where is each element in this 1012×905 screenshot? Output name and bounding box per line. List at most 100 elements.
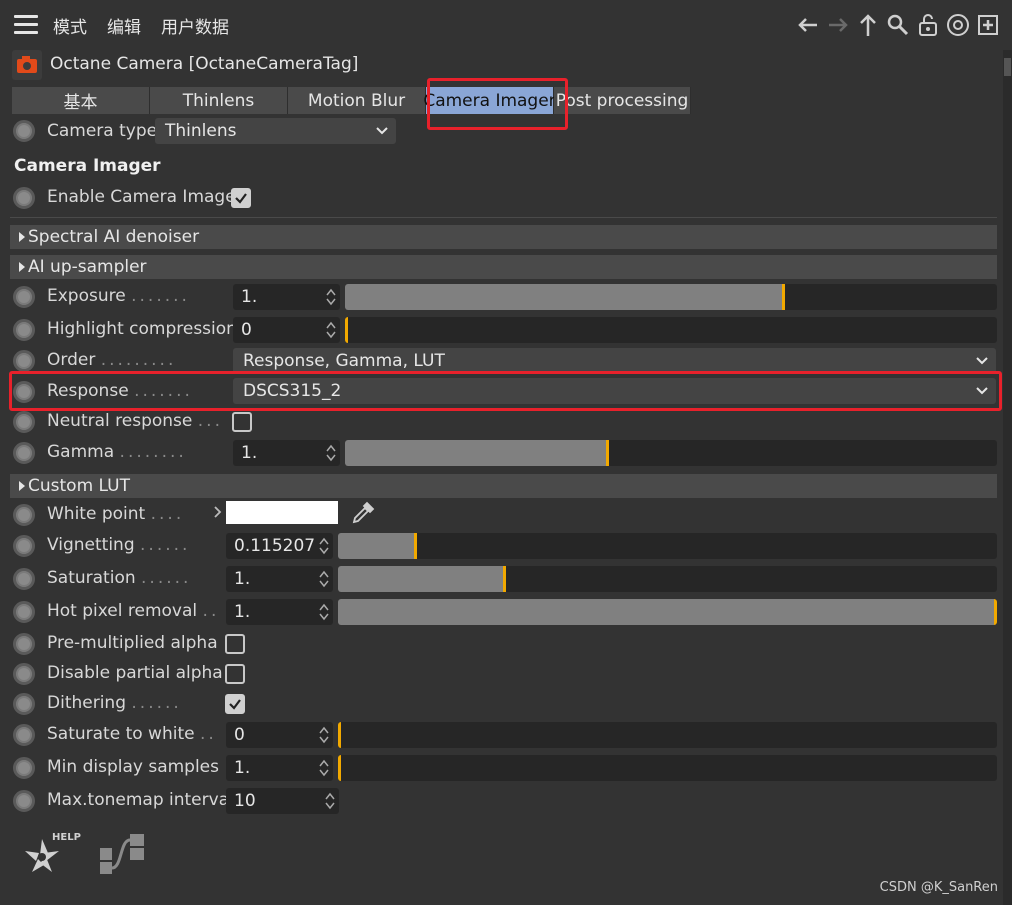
enable-imager-label: Enable Camera Imager xyxy=(47,187,243,207)
saturation-slider[interactable] xyxy=(338,566,997,592)
group-label: Custom LUT xyxy=(28,476,130,496)
checkmark-icon xyxy=(235,193,247,204)
min-samples-input[interactable]: 1. xyxy=(226,755,333,781)
animate-dot-icon[interactable] xyxy=(13,757,35,779)
exposure-label: Exposure ....... xyxy=(47,286,190,306)
spinner-icon[interactable] xyxy=(325,792,335,810)
animate-dot-icon[interactable] xyxy=(13,504,35,526)
target-icon[interactable] xyxy=(945,12,971,38)
vignetting-input[interactable]: 0.115207 xyxy=(226,533,333,559)
response-label: Response ....... xyxy=(47,381,193,401)
spinner-icon[interactable] xyxy=(319,759,329,777)
checkmark-icon xyxy=(229,699,241,710)
back-arrow-icon[interactable] xyxy=(795,12,821,38)
chevron-down-icon xyxy=(376,127,388,135)
gamma-input[interactable]: 1. xyxy=(233,440,340,466)
camera-type-select[interactable]: Thinlens xyxy=(155,118,396,144)
min-samples-label: Min display samples xyxy=(47,757,220,777)
saturation-input[interactable]: 1. xyxy=(226,566,333,592)
lock-icon[interactable] xyxy=(915,12,941,38)
camera-tag-icon xyxy=(12,50,42,80)
white-point-label: White point .... xyxy=(47,504,185,524)
divider xyxy=(10,217,997,218)
tonemap-input[interactable]: 10 xyxy=(226,788,339,814)
vignetting-label: Vignetting ...... xyxy=(47,535,191,555)
tonemap-label: Max.tonemap interval xyxy=(47,790,234,810)
search-icon[interactable] xyxy=(885,12,911,38)
spinner-icon[interactable] xyxy=(326,444,336,462)
group-label: AI up-sampler xyxy=(28,257,147,277)
tab-thinlens[interactable]: Thinlens xyxy=(150,87,288,114)
animate-dot-icon[interactable] xyxy=(13,601,35,623)
spinner-icon[interactable] xyxy=(319,537,329,555)
spinner-icon[interactable] xyxy=(319,726,329,744)
animate-dot-icon[interactable] xyxy=(13,411,35,433)
animate-dot-icon[interactable] xyxy=(13,535,35,557)
animate-dot-icon[interactable] xyxy=(13,790,35,812)
menu-user-data[interactable]: 用户数据 xyxy=(161,13,229,38)
animate-dot-icon[interactable] xyxy=(13,187,35,209)
scrollbar[interactable] xyxy=(1003,50,1012,905)
animate-dot-icon[interactable] xyxy=(13,350,35,372)
group-spectral-denoiser[interactable]: Spectral AI denoiser xyxy=(10,225,997,249)
sat-white-slider[interactable] xyxy=(338,722,997,748)
spinner-icon[interactable] xyxy=(326,288,336,306)
new-window-icon[interactable] xyxy=(975,12,1001,38)
tab-motion-blur[interactable]: Motion Blur xyxy=(288,87,426,114)
group-ai-upsampler[interactable]: AI up-sampler xyxy=(10,255,997,279)
tab-bar: 基本 Thinlens Motion Blur Camera Imager Po… xyxy=(12,87,691,114)
saturation-label: Saturation ...... xyxy=(47,568,192,588)
highlight-slider[interactable] xyxy=(345,317,997,343)
exposure-slider[interactable] xyxy=(345,284,997,310)
enable-imager-checkbox[interactable] xyxy=(231,188,251,208)
animate-dot-icon[interactable] xyxy=(13,633,35,655)
menu-mode[interactable]: 模式 xyxy=(53,13,87,38)
animate-dot-icon[interactable] xyxy=(13,319,35,341)
spinner-icon[interactable] xyxy=(319,570,329,588)
animate-dot-icon[interactable] xyxy=(13,120,35,142)
up-arrow-icon[interactable] xyxy=(855,12,881,38)
tab-camera-imager[interactable]: Camera Imager xyxy=(423,87,556,114)
animate-dot-icon[interactable] xyxy=(13,286,35,308)
tab-post-processing[interactable]: Post processing xyxy=(554,87,691,114)
vignetting-slider[interactable] xyxy=(338,533,997,559)
animate-dot-icon[interactable] xyxy=(13,663,35,685)
animate-dot-icon[interactable] xyxy=(13,442,35,464)
animate-dot-icon[interactable] xyxy=(13,568,35,590)
spinner-icon[interactable] xyxy=(326,321,336,339)
forward-arrow-icon[interactable] xyxy=(825,12,851,38)
tab-basic[interactable]: 基本 xyxy=(12,87,150,114)
scrollbar-thumb[interactable] xyxy=(1004,58,1011,76)
expand-triangle-icon xyxy=(19,262,25,272)
menu-edit[interactable]: 编辑 xyxy=(107,13,141,38)
sat-white-label: Saturate to white .. xyxy=(47,724,217,744)
sat-white-input[interactable]: 0 xyxy=(226,722,333,748)
hot-pixel-label: Hot pixel removal .. xyxy=(47,601,220,621)
neutral-checkbox[interactable] xyxy=(232,412,252,432)
animate-dot-icon[interactable] xyxy=(13,724,35,746)
dithering-checkbox[interactable] xyxy=(225,694,245,714)
node-editor-icon[interactable] xyxy=(98,832,148,880)
animate-dot-icon[interactable] xyxy=(13,381,35,403)
hot-pixel-input[interactable]: 1. xyxy=(226,599,333,625)
highlight-input[interactable]: 0 xyxy=(233,317,340,343)
eyedropper-icon[interactable] xyxy=(350,500,376,526)
animate-dot-icon[interactable] xyxy=(13,693,35,715)
min-samples-slider[interactable] xyxy=(338,755,997,781)
watermark: CSDN @K_SanRen xyxy=(879,880,998,895)
premult-checkbox[interactable] xyxy=(225,634,245,654)
white-point-swatch[interactable] xyxy=(226,501,338,524)
help-label: HELP xyxy=(52,832,81,843)
response-select[interactable]: DSCS315_2 xyxy=(233,378,996,404)
section-title: Camera Imager xyxy=(14,156,161,176)
hot-pixel-slider[interactable] xyxy=(338,599,997,625)
partial-alpha-checkbox[interactable] xyxy=(225,664,245,684)
spinner-icon[interactable] xyxy=(319,603,329,621)
chevron-right-icon[interactable] xyxy=(213,505,223,519)
exposure-input[interactable]: 1. xyxy=(233,284,340,310)
gamma-slider[interactable] xyxy=(345,440,997,466)
group-custom-lut[interactable]: Custom LUT xyxy=(10,474,997,498)
order-select[interactable]: Response, Gamma, LUT xyxy=(233,348,996,374)
octane-help-icon[interactable]: HELP xyxy=(20,832,82,882)
hamburger-menu-icon[interactable] xyxy=(14,15,38,35)
